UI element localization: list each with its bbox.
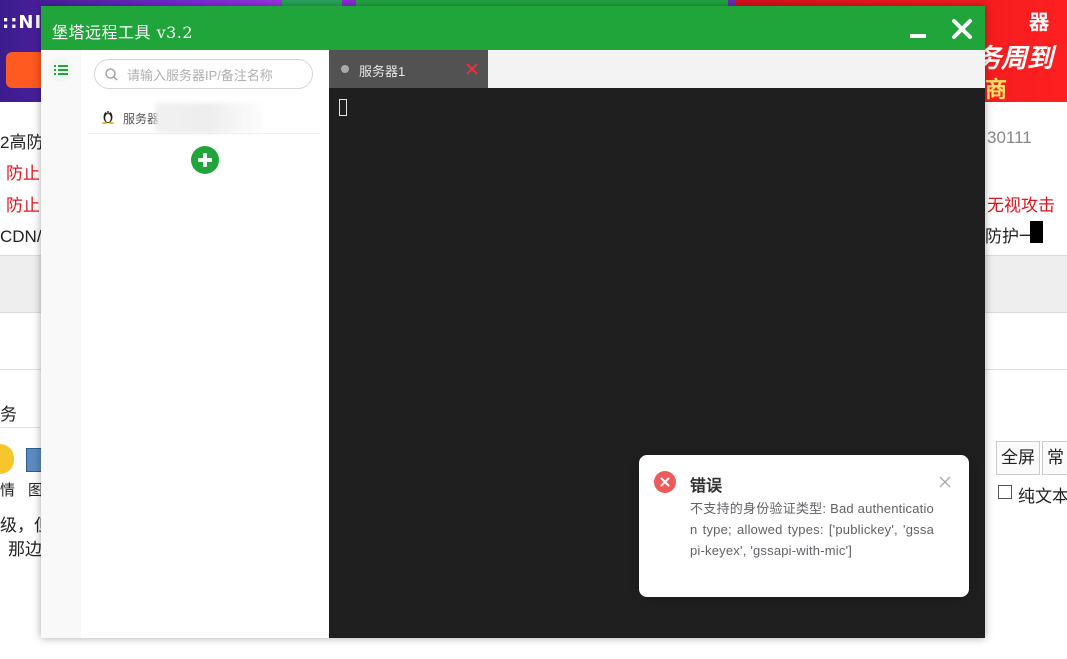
emoji-icon[interactable] — [0, 444, 14, 474]
redacted-area — [155, 103, 263, 133]
server-list-panel: 服务器 — [81, 50, 330, 638]
page-text: 30111 — [987, 128, 1032, 147]
list-icon[interactable] — [49, 58, 73, 82]
plain-text-label: 纯文本 — [1018, 487, 1067, 506]
error-icon — [654, 471, 676, 493]
plus-icon[interactable] — [191, 146, 219, 174]
close-icon — [952, 19, 972, 39]
banner-text: 器 — [1029, 12, 1049, 34]
banner-button[interactable] — [6, 52, 46, 88]
text-cursor-block — [1030, 221, 1043, 243]
search-box — [94, 59, 313, 89]
title-bar[interactable]: 堡塔远程工具 v3.2 — [41, 6, 985, 50]
left-toolbar — [41, 50, 82, 638]
plain-text-checkbox[interactable] — [998, 485, 1012, 499]
emoji-label: 情 — [0, 482, 16, 499]
terminal-cursor — [339, 99, 347, 116]
divider — [0, 427, 40, 428]
page-text: 防护一 — [985, 227, 1036, 246]
search-input[interactable] — [125, 64, 309, 86]
banner-text: 务周到 — [974, 43, 1053, 73]
fullscreen-button[interactable]: 全屏 — [996, 441, 1040, 475]
tab-label: 服务器1 — [359, 64, 406, 79]
notification-title: 错误 — [690, 478, 723, 495]
page-text: 防止 — [6, 164, 40, 183]
close-window-button[interactable] — [945, 12, 979, 46]
server-list-item[interactable]: 服务器 — [87, 101, 321, 134]
close-icon[interactable] — [938, 475, 952, 489]
close-tab-icon[interactable] — [465, 62, 479, 76]
tab-server-1[interactable]: 服务器1 — [329, 50, 488, 88]
minimize-button[interactable] — [903, 16, 933, 46]
minimize-icon — [910, 34, 926, 38]
normal-mode-button[interactable]: 常 — [1042, 441, 1067, 475]
status-dot — [341, 65, 349, 73]
page-text: 无视攻击 — [987, 196, 1055, 215]
page-text: 务 — [0, 405, 17, 424]
page-text: 防止 — [6, 196, 40, 215]
notification-message: 不支持的身份验证类型: Bad authentication type; all… — [690, 501, 934, 558]
error-notification: 错误 不支持的身份验证类型: Bad authentication type; … — [639, 455, 969, 597]
search-icon — [105, 68, 118, 81]
window-title: 堡塔远程工具 v3.2 — [52, 23, 194, 42]
banner-text: 商 — [984, 77, 1007, 102]
linux-icon — [102, 111, 114, 124]
page-text: 那边 — [8, 540, 42, 559]
session-tabs: 服务器1 — [329, 50, 985, 88]
server-name: 服务器 — [123, 112, 160, 126]
